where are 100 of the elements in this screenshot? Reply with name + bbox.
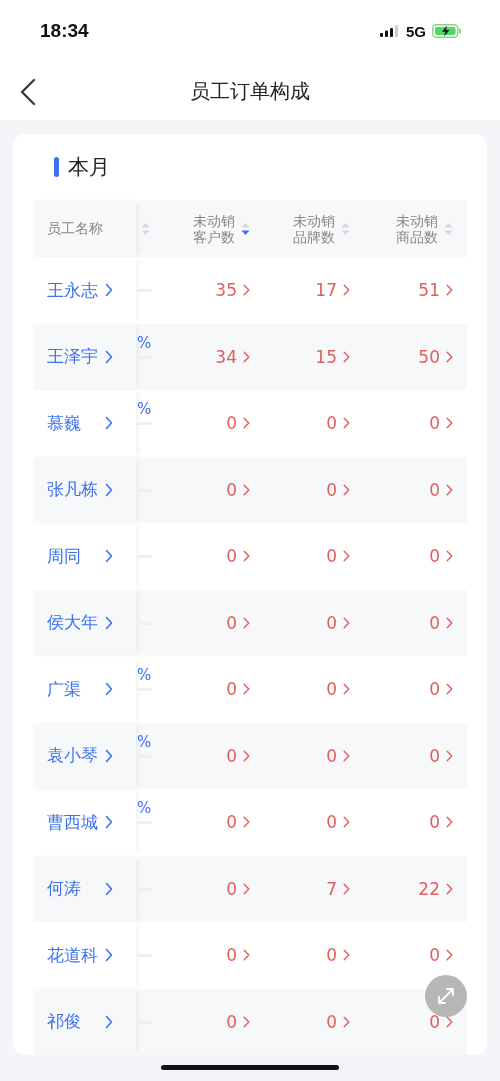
chevron-right-icon[interactable] [105, 615, 113, 630]
chevron-right-icon[interactable] [446, 816, 453, 829]
chevron-right-icon[interactable] [243, 483, 250, 496]
chevron-right-icon[interactable] [343, 949, 350, 962]
count-link[interactable]: 17 [315, 280, 337, 301]
count-link[interactable]: 0 [326, 745, 337, 766]
chevron-right-icon[interactable] [243, 816, 250, 829]
count-link[interactable]: 35 [215, 280, 237, 301]
count-link[interactable]: 0 [226, 612, 237, 633]
count-link[interactable]: 0 [326, 679, 337, 700]
count-link[interactable]: 0 [226, 945, 237, 966]
count-link[interactable]: 0 [429, 1011, 440, 1032]
chevron-right-icon[interactable] [343, 483, 350, 496]
count-link[interactable]: 22 [418, 878, 440, 899]
chevron-right-icon[interactable] [105, 682, 113, 697]
chevron-right-icon[interactable] [446, 550, 453, 563]
count-link[interactable]: 0 [226, 745, 237, 766]
column-header[interactable]: 商品数 [396, 228, 438, 245]
count-link[interactable]: 0 [326, 1011, 337, 1032]
count-link[interactable]: 0 [226, 413, 237, 434]
chevron-right-icon[interactable] [243, 284, 250, 297]
count-link[interactable]: 0 [429, 679, 440, 700]
chevron-right-icon[interactable] [343, 749, 350, 762]
employee-link[interactable]: 祁俊 [47, 1010, 101, 1034]
chevron-right-icon[interactable] [446, 616, 453, 629]
column-header[interactable]: 员工名称 [47, 219, 103, 238]
count-link[interactable]: 0 [226, 679, 237, 700]
chevron-right-icon[interactable] [343, 616, 350, 629]
chevron-right-icon[interactable] [446, 1015, 453, 1028]
count-link[interactable]: 0 [326, 812, 337, 833]
chevron-right-icon[interactable] [243, 1015, 250, 1028]
count-link[interactable]: 0 [326, 413, 337, 434]
chevron-right-icon[interactable] [446, 749, 453, 762]
count-link[interactable]: 0 [429, 745, 440, 766]
back-button[interactable] [18, 77, 38, 107]
chevron-right-icon[interactable] [243, 749, 250, 762]
chevron-right-icon[interactable] [446, 350, 453, 363]
count-link[interactable]: 0 [226, 546, 237, 567]
expand-button[interactable] [425, 975, 467, 1017]
chevron-right-icon[interactable] [343, 816, 350, 829]
chevron-right-icon[interactable] [243, 683, 250, 696]
chevron-right-icon[interactable] [243, 616, 250, 629]
chevron-right-icon[interactable] [343, 882, 350, 895]
count-link[interactable]: 15 [315, 346, 337, 367]
count-link[interactable]: 0 [429, 413, 440, 434]
employee-link[interactable]: 何涛 [47, 877, 101, 901]
count-link[interactable]: 0 [326, 546, 337, 567]
count-link[interactable]: 0 [326, 479, 337, 500]
chevron-right-icon[interactable] [446, 683, 453, 696]
chevron-right-icon[interactable] [446, 882, 453, 895]
column-header[interactable]: 未动销 [293, 212, 335, 229]
employee-link[interactable]: 张凡栋 [47, 478, 101, 502]
employee-link[interactable]: 王永志 [47, 278, 101, 302]
chevron-right-icon[interactable] [105, 748, 113, 763]
employee-link[interactable]: 曹西城 [47, 810, 101, 834]
chevron-right-icon[interactable] [446, 417, 453, 430]
employee-link[interactable]: 周同 [47, 544, 101, 568]
employee-link[interactable]: 侯大年 [47, 611, 101, 635]
chevron-right-icon[interactable] [105, 948, 113, 963]
count-link[interactable]: 0 [226, 812, 237, 833]
chevron-right-icon[interactable] [105, 815, 113, 830]
count-link[interactable]: 0 [226, 1011, 237, 1032]
count-link[interactable]: 0 [429, 945, 440, 966]
column-header[interactable]: 未动销 [193, 212, 235, 229]
count-link[interactable]: 0 [326, 945, 337, 966]
count-link[interactable]: 0 [226, 878, 237, 899]
employee-link[interactable]: 花道科 [47, 943, 101, 967]
chevron-right-icon[interactable] [446, 483, 453, 496]
count-link[interactable]: 0 [326, 612, 337, 633]
column-header[interactable]: 未动销 [396, 212, 438, 229]
column-header[interactable]: 客户数 [193, 228, 235, 245]
count-link[interactable]: 0 [429, 479, 440, 500]
chevron-right-icon[interactable] [343, 550, 350, 563]
count-link[interactable]: 0 [429, 546, 440, 567]
chevron-right-icon[interactable] [243, 417, 250, 430]
chevron-right-icon[interactable] [343, 683, 350, 696]
chevron-right-icon[interactable] [105, 482, 113, 497]
chevron-right-icon[interactable] [105, 549, 113, 564]
count-link[interactable]: 0 [429, 812, 440, 833]
employee-link[interactable]: 慕巍 [47, 411, 101, 435]
chevron-right-icon[interactable] [343, 350, 350, 363]
sort-icon[interactable] [241, 221, 250, 236]
chevron-right-icon[interactable] [105, 283, 113, 298]
chevron-right-icon[interactable] [343, 1015, 350, 1028]
chevron-right-icon[interactable] [243, 550, 250, 563]
chevron-right-icon[interactable] [446, 284, 453, 297]
chevron-right-icon[interactable] [343, 417, 350, 430]
chevron-right-icon[interactable] [243, 882, 250, 895]
count-link[interactable]: 0 [226, 479, 237, 500]
chevron-right-icon[interactable] [343, 284, 350, 297]
chevron-right-icon[interactable] [105, 881, 113, 896]
count-link[interactable]: 7 [326, 878, 337, 899]
chevron-right-icon[interactable] [243, 350, 250, 363]
chevron-right-icon[interactable] [243, 949, 250, 962]
chevron-right-icon[interactable] [446, 949, 453, 962]
chevron-right-icon[interactable] [105, 349, 113, 364]
employee-link[interactable]: 袁小琴 [47, 744, 101, 768]
count-link[interactable]: 0 [429, 612, 440, 633]
chevron-right-icon[interactable] [105, 1014, 113, 1029]
employee-link[interactable]: 王泽宇 [47, 345, 101, 369]
